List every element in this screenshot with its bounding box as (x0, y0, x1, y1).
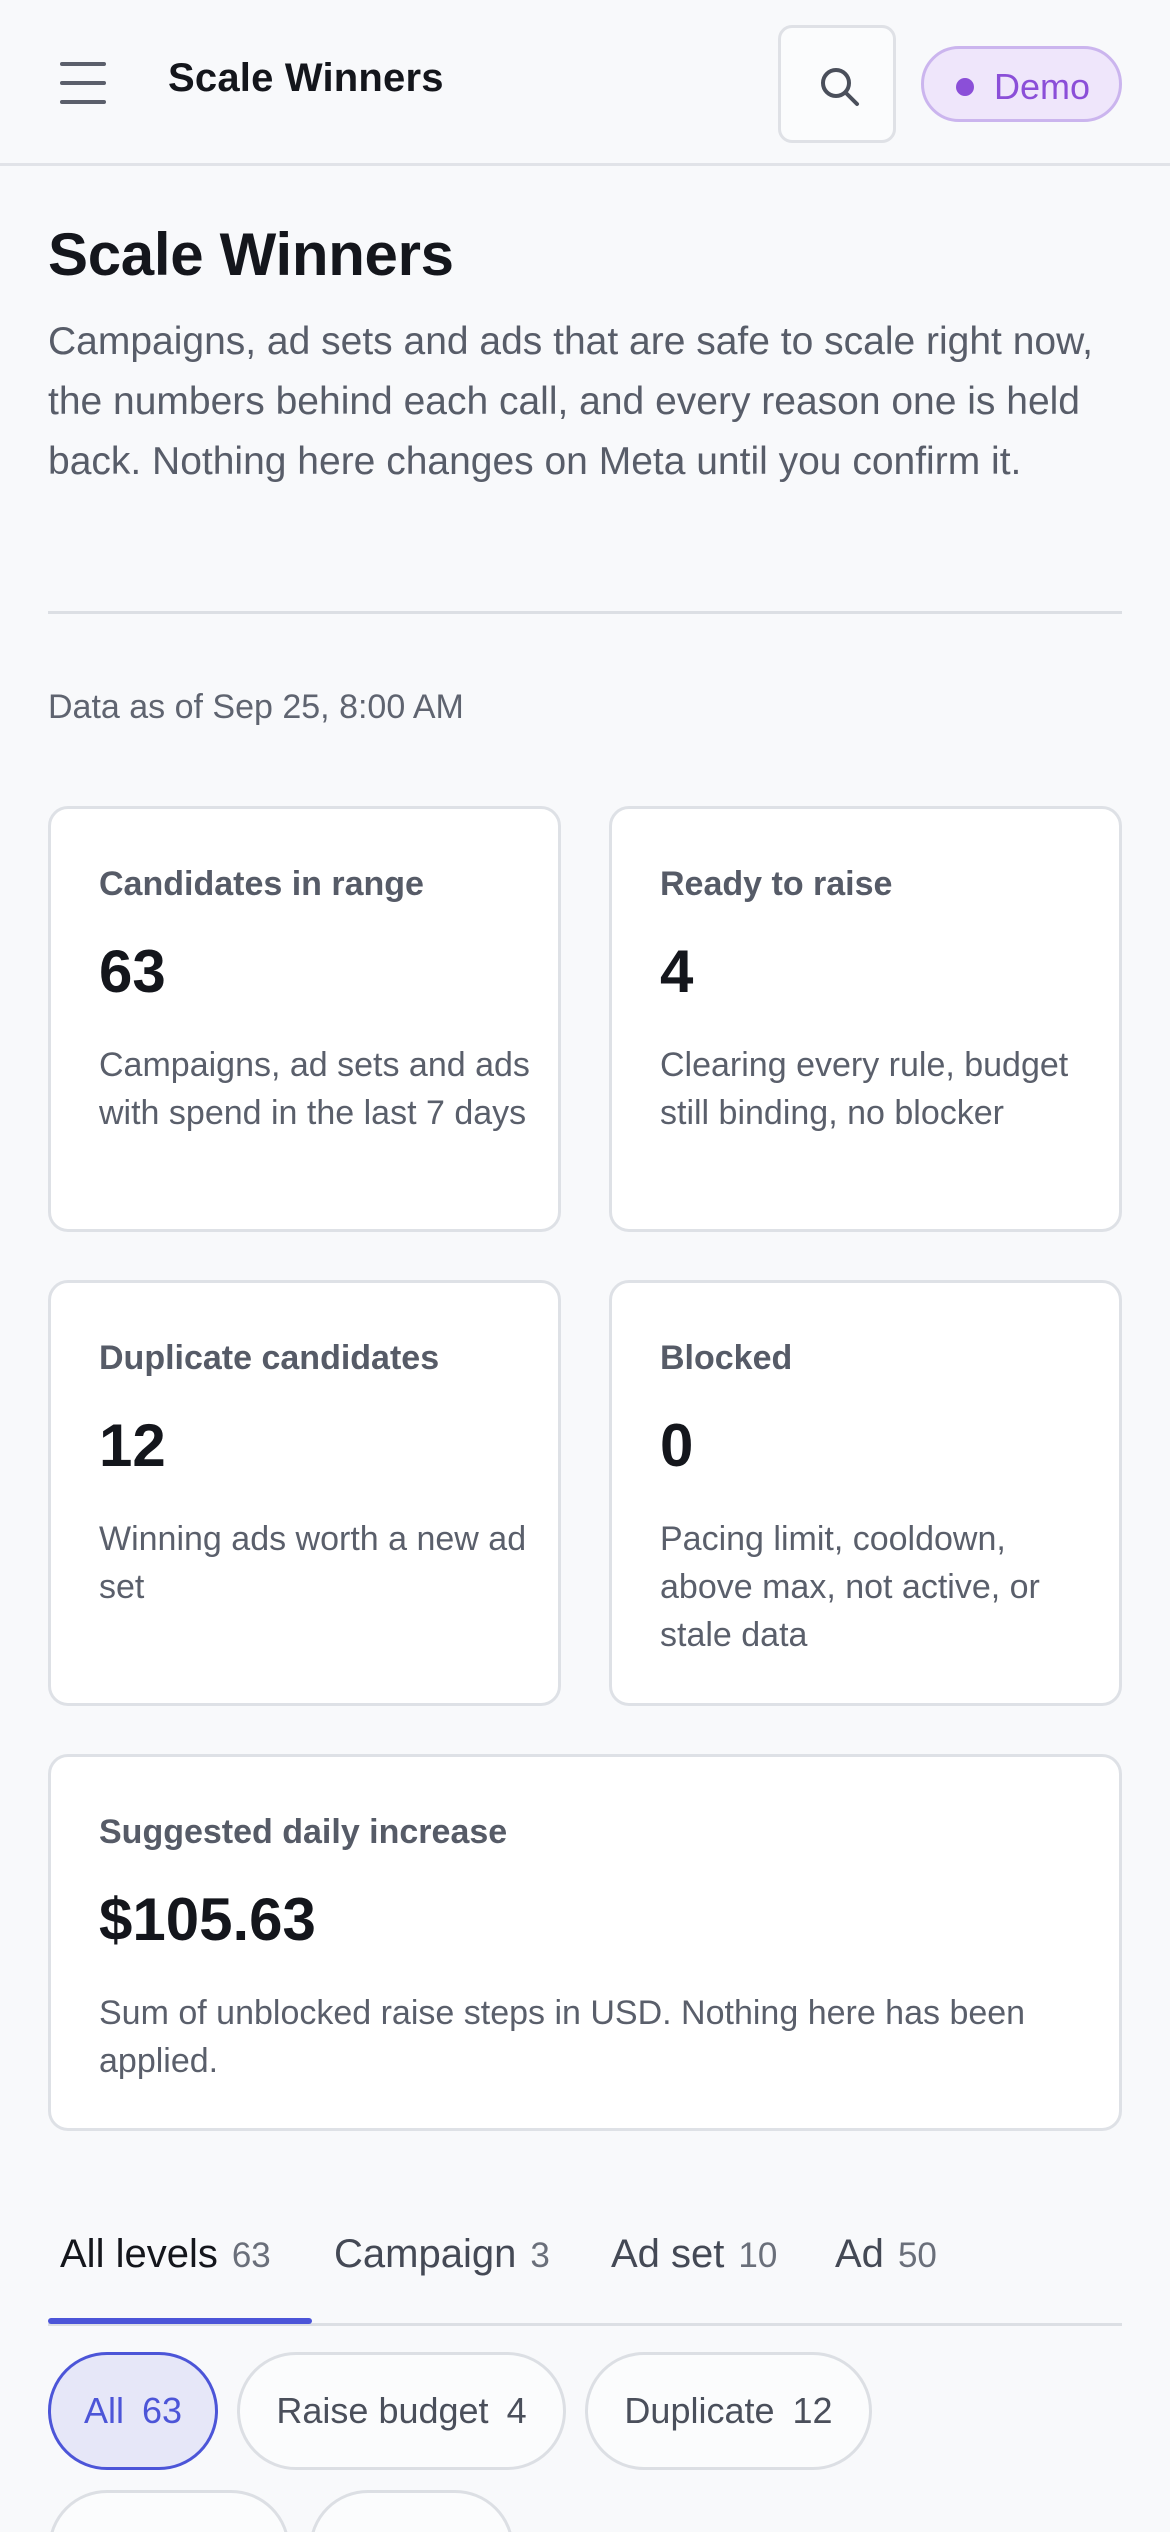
tab-count: 10 (738, 2236, 778, 2275)
filter-chip[interactable] (309, 2490, 514, 2532)
chip-count: 4 (506, 2390, 527, 2431)
chip-count: 63 (141, 2390, 183, 2431)
chip-label: Duplicate (624, 2390, 775, 2431)
stat-card-label: Ready to raise (660, 865, 893, 903)
stat-card-ready: Ready to raise 4 Clearing every rule, bu… (609, 806, 1122, 1232)
tab-label: Ad set (611, 2232, 725, 2276)
stat-card-daily-increase: Suggested daily increase $105.63 Sum of … (48, 1754, 1122, 2131)
top-bar: Scale Winners Demo (0, 0, 1170, 166)
active-tab-indicator (48, 2318, 312, 2324)
tab-ad[interactable]: Ad 50 (835, 2232, 937, 2277)
filter-chip-duplicate[interactable]: Duplicate 12 (585, 2352, 872, 2470)
stat-card-description: Winning ads worth a new ad set (99, 1520, 527, 1606)
chip-label: All (83, 2390, 124, 2431)
stat-card-blocked: Blocked 0 Pacing limit, cooldown, above … (609, 1280, 1122, 1706)
stat-card-value: $105.63 (99, 1886, 316, 1953)
status-dot-icon (956, 78, 974, 96)
stat-card-label: Candidates in range (99, 865, 424, 903)
tab-count: 63 (231, 2236, 271, 2275)
stat-card-label: Duplicate candidates (99, 1339, 440, 1377)
stat-card-description: Clearing every rule, budget still bindin… (660, 1046, 1069, 1132)
stat-card-value: 12 (99, 1412, 166, 1479)
filter-chip[interactable] (48, 2490, 290, 2532)
demo-badge-label: Demo (994, 66, 1091, 107)
tab-label: Ad (835, 2232, 884, 2276)
tab-label: All levels (60, 2232, 218, 2276)
level-tabs: All levels 63 Campaign 3 Ad set 10 Ad 50 (48, 2220, 1122, 2326)
chip-count: 12 (792, 2390, 833, 2431)
tab-campaign[interactable]: Campaign 3 (334, 2232, 550, 2277)
page-title: Scale Winners (48, 221, 454, 288)
stat-card-label: Suggested daily increase (99, 1813, 508, 1851)
filter-chip-all[interactable]: All 63 (48, 2352, 218, 2470)
stat-card-description: Pacing limit, cooldown, above max, not a… (660, 1520, 1040, 1654)
stat-card-candidates: Candidates in range 63 Campaigns, ad set… (48, 806, 561, 1232)
tab-count: 50 (897, 2236, 937, 2275)
tab-count: 3 (530, 2236, 550, 2275)
filter-chip-raise-budget[interactable]: Raise budget 4 (237, 2352, 566, 2470)
stat-card-duplicate: Duplicate candidates 12 Winning ads wort… (48, 1280, 561, 1706)
demo-badge[interactable]: Demo (921, 46, 1122, 122)
chip-label: Raise budget (276, 2390, 489, 2431)
stat-card-value: 4 (660, 938, 694, 1005)
divider (48, 611, 1122, 614)
tab-label: Campaign (334, 2232, 517, 2276)
data-timestamp: Data as of Sep 25, 8:00 AM (48, 688, 464, 726)
stat-card-description: Campaigns, ad sets and ads with spend in… (99, 1046, 530, 1132)
menu-icon[interactable] (60, 62, 106, 104)
stat-card-value: 0 (660, 1412, 694, 1479)
page-description: Campaigns, ad sets and ads that are safe… (48, 320, 1093, 483)
search-button[interactable] (778, 25, 896, 143)
stat-card-label: Blocked (660, 1339, 793, 1377)
stat-card-description: Sum of unblocked raise steps in USD. Not… (99, 1994, 1026, 2080)
stat-card-value: 63 (99, 938, 166, 1005)
app-title: Scale Winners (168, 56, 444, 100)
tab-ad-set[interactable]: Ad set 10 (611, 2232, 777, 2277)
tab-all-levels[interactable]: All levels 63 (60, 2232, 271, 2277)
search-icon (821, 68, 859, 106)
